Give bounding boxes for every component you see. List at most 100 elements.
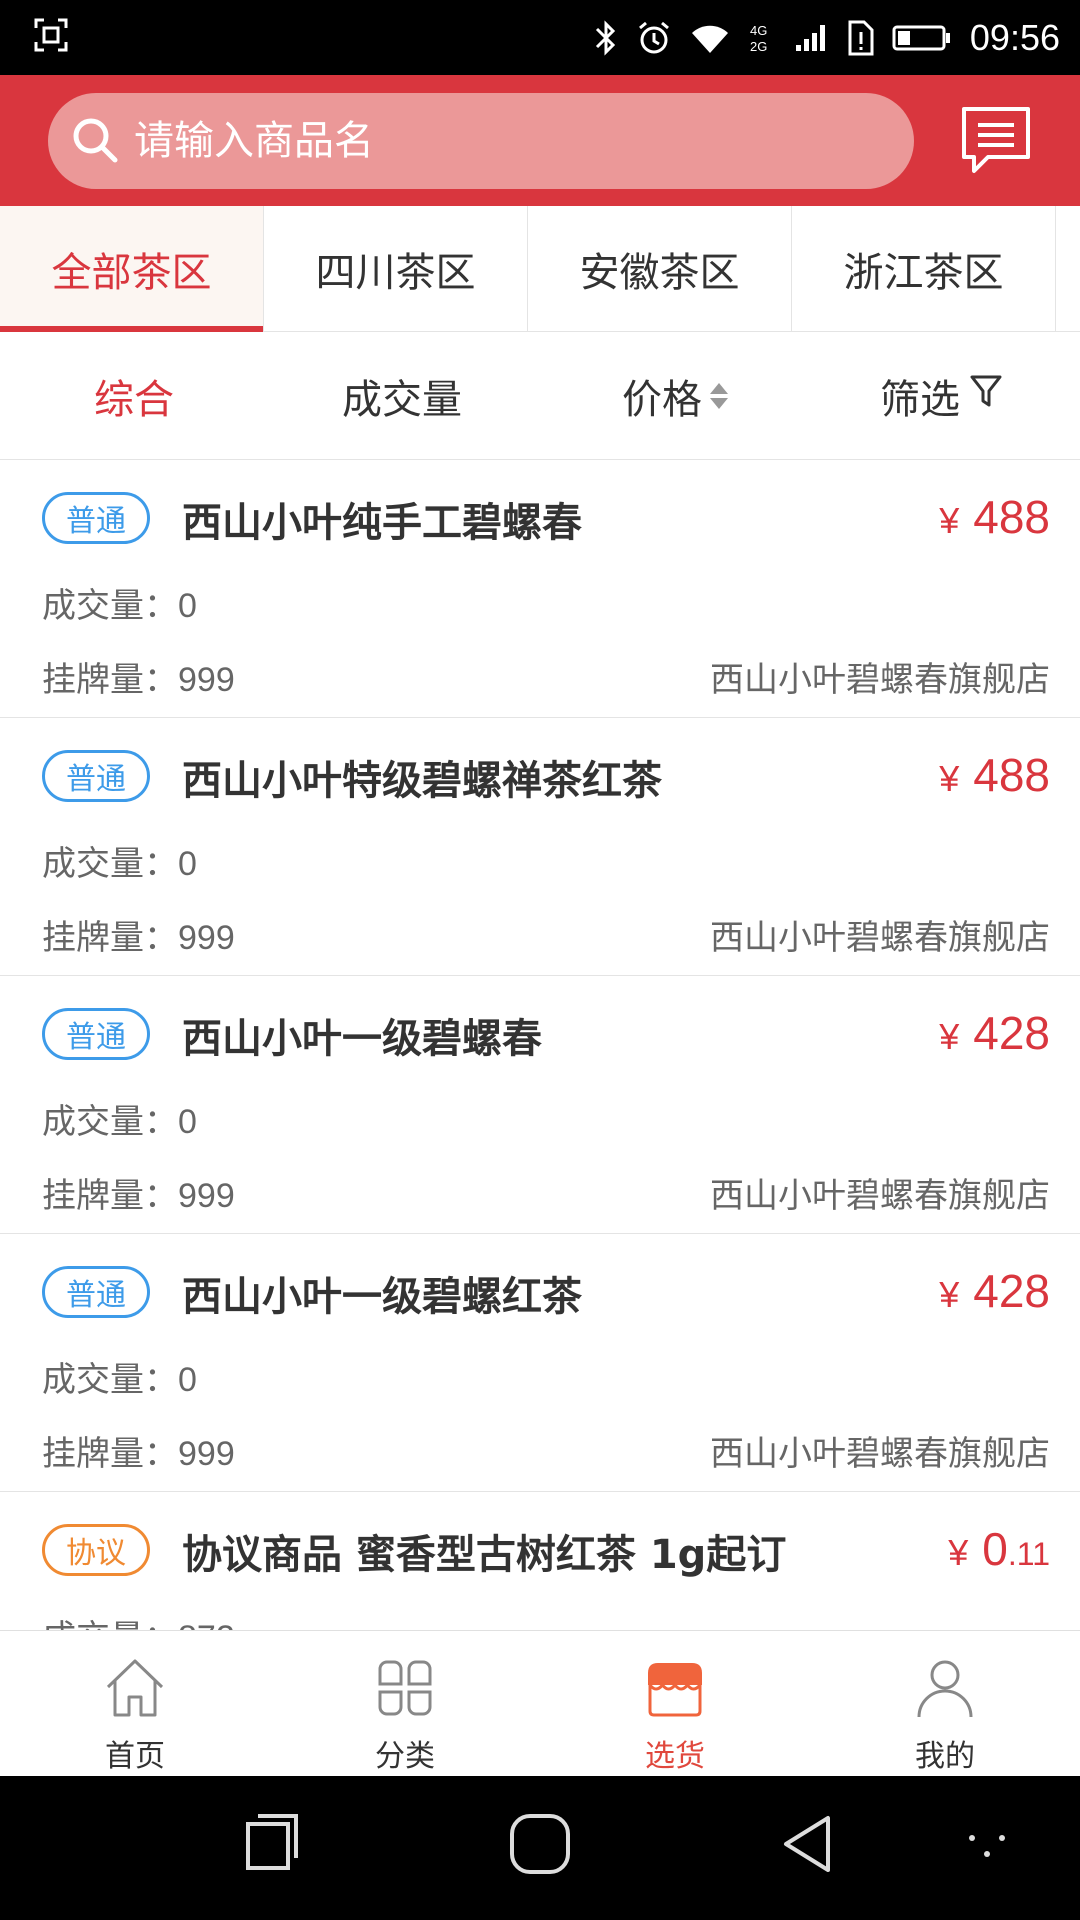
product-list: 普通 西山小叶纯手工碧螺春 ¥488 成交量：0 挂牌量：999 西山小叶碧螺春… (0, 460, 1080, 1630)
shop-icon (642, 1655, 708, 1725)
home-icon (102, 1655, 168, 1725)
currency-symbol: ¥ (939, 1274, 960, 1315)
type-tag: 普通 (42, 1266, 150, 1318)
listed-volume: 挂牌量：999 (42, 1426, 235, 1475)
product-name: 西山小叶一级碧螺春 (182, 1016, 542, 1062)
sales-volume: 成交量：872 (42, 1610, 235, 1630)
network-4g-icon: 4G 2G (748, 21, 776, 55)
nav-home-label: 首页 (105, 1739, 165, 1774)
battery-icon (892, 23, 952, 53)
more-dots-icon[interactable] (966, 1832, 1010, 1864)
type-tag: 普通 (42, 750, 150, 802)
product-item[interactable]: 普通 西山小叶一级碧螺红茶 ¥428 成交量：0 挂牌量：999 西山小叶碧螺春… (0, 1234, 1080, 1492)
price-value: 0 (982, 1523, 1008, 1575)
sort-sales[interactable]: 成交量 (342, 332, 462, 459)
sim-alert-icon (846, 20, 874, 56)
listed-label: 挂牌量： (42, 660, 178, 700)
sales-volume: 成交量：0 (42, 836, 197, 885)
nav-mine[interactable]: 我的 (810, 1631, 1080, 1776)
sort-filter-label: 筛选 (880, 376, 960, 423)
search-input[interactable] (134, 93, 894, 189)
shop-name[interactable]: 西山小叶碧螺春旗舰店 (710, 1168, 1050, 1217)
region-tabs: 全部茶区 四川茶区 安徽茶区 浙江茶区 (0, 206, 1080, 332)
sales-label: 成交量： (42, 586, 178, 626)
sort-comprehensive[interactable]: 综合 (94, 332, 174, 459)
listed-value: 999 (178, 1435, 235, 1473)
sort-price[interactable]: 价格 (622, 332, 728, 459)
sales-value: 0 (178, 1103, 197, 1141)
currency-symbol: ¥ (939, 758, 960, 799)
nav-select-goods[interactable]: 选货 (540, 1631, 810, 1776)
currency-symbol: ¥ (939, 500, 960, 541)
type-tag: 协议 (42, 1524, 150, 1576)
price-value: 428 (973, 1265, 1050, 1317)
listed-label: 挂牌量： (42, 918, 178, 958)
product-name: 西山小叶纯手工碧螺春 (182, 500, 582, 546)
sort-arrows-icon (710, 382, 728, 409)
clock: 09:56 (969, 16, 1060, 58)
type-tag: 普通 (42, 1008, 150, 1060)
product-price: ¥428 (939, 1006, 1050, 1060)
back-icon[interactable] (780, 1812, 836, 1880)
search-icon (70, 115, 122, 171)
listed-volume: 挂牌量：999 (42, 652, 235, 701)
header (0, 75, 1080, 206)
price-value: 428 (973, 1007, 1050, 1059)
listed-value: 999 (178, 919, 235, 957)
sales-label: 成交量： (42, 1618, 178, 1630)
price-value: 488 (973, 749, 1050, 801)
category-icon (372, 1655, 438, 1725)
product-name: 协议商品 蜜香型古树红茶 1g起订 (182, 1532, 787, 1578)
product-item[interactable]: 协议 协议商品 蜜香型古树红茶 1g起订 ¥0.11 成交量：872 (0, 1492, 1080, 1630)
sales-value: 0 (178, 1361, 197, 1399)
sales-label: 成交量： (42, 844, 178, 884)
listed-value: 999 (178, 661, 235, 699)
product-item[interactable]: 普通 西山小叶纯手工碧螺春 ¥488 成交量：0 挂牌量：999 西山小叶碧螺春… (0, 460, 1080, 718)
product-item[interactable]: 普通 西山小叶一级碧螺春 ¥428 成交量：0 挂牌量：999 西山小叶碧螺春旗… (0, 976, 1080, 1234)
product-name: 西山小叶一级碧螺红茶 (182, 1274, 582, 1320)
message-icon[interactable] (960, 105, 1032, 181)
type-tag: 普通 (42, 492, 150, 544)
nav-category-label: 分类 (375, 1739, 435, 1774)
status-bar: 4G 2G 09:56 (0, 0, 1080, 75)
product-price: ¥428 (939, 1264, 1050, 1318)
sales-volume: 成交量：0 (42, 578, 197, 627)
product-item[interactable]: 普通 西山小叶特级碧螺禅茶红茶 ¥488 成交量：0 挂牌量：999 西山小叶碧… (0, 718, 1080, 976)
sort-sales-label: 成交量 (342, 376, 462, 423)
bluetooth-icon (594, 19, 618, 56)
sales-volume: 成交量：0 (42, 1094, 197, 1143)
system-nav-bar (0, 1776, 1080, 1920)
filter-icon (970, 373, 1002, 419)
wifi-icon (690, 21, 730, 55)
shop-name[interactable]: 西山小叶碧螺春旗舰店 (710, 910, 1050, 959)
product-price: ¥0.11 (948, 1522, 1050, 1576)
bottom-nav: 首页 分类 选货 我的 (0, 1630, 1080, 1776)
product-price: ¥488 (939, 490, 1050, 544)
listed-volume: 挂牌量：999 (42, 1168, 235, 1217)
product-name: 西山小叶特级碧螺禅茶红茶 (182, 758, 662, 804)
nav-category[interactable]: 分类 (270, 1631, 540, 1776)
nav-home[interactable]: 首页 (0, 1631, 270, 1776)
alarm-icon (636, 20, 672, 56)
sort-filter[interactable]: 筛选 (880, 332, 1002, 459)
nav-select-goods-label: 选货 (645, 1739, 705, 1774)
tab-zhejiang[interactable]: 浙江茶区 (792, 206, 1056, 331)
sales-label: 成交量： (42, 1102, 178, 1142)
screenshot-icon (34, 18, 68, 52)
nav-mine-label: 我的 (915, 1739, 975, 1774)
app-screen: 4G2G 09:56 全部茶区 四川茶区 安徽茶 (0, 0, 1080, 1920)
product-price: ¥488 (939, 748, 1050, 802)
recent-apps-icon[interactable] (244, 1812, 300, 1876)
listed-volume: 挂牌量：999 (42, 910, 235, 959)
listed-value: 999 (178, 1177, 235, 1215)
home-button-icon[interactable] (508, 1812, 572, 1880)
price-value: 488 (973, 491, 1050, 543)
shop-name[interactable]: 西山小叶碧螺春旗舰店 (710, 652, 1050, 701)
user-icon (912, 1655, 978, 1725)
tab-sichuan[interactable]: 四川茶区 (264, 206, 528, 331)
tab-all-regions[interactable]: 全部茶区 (0, 206, 264, 332)
shop-name[interactable]: 西山小叶碧螺春旗舰店 (710, 1426, 1050, 1475)
search-box[interactable] (48, 93, 914, 189)
tab-anhui[interactable]: 安徽茶区 (528, 206, 792, 331)
sort-bar: 综合 成交量 价格 筛选 (0, 332, 1080, 460)
